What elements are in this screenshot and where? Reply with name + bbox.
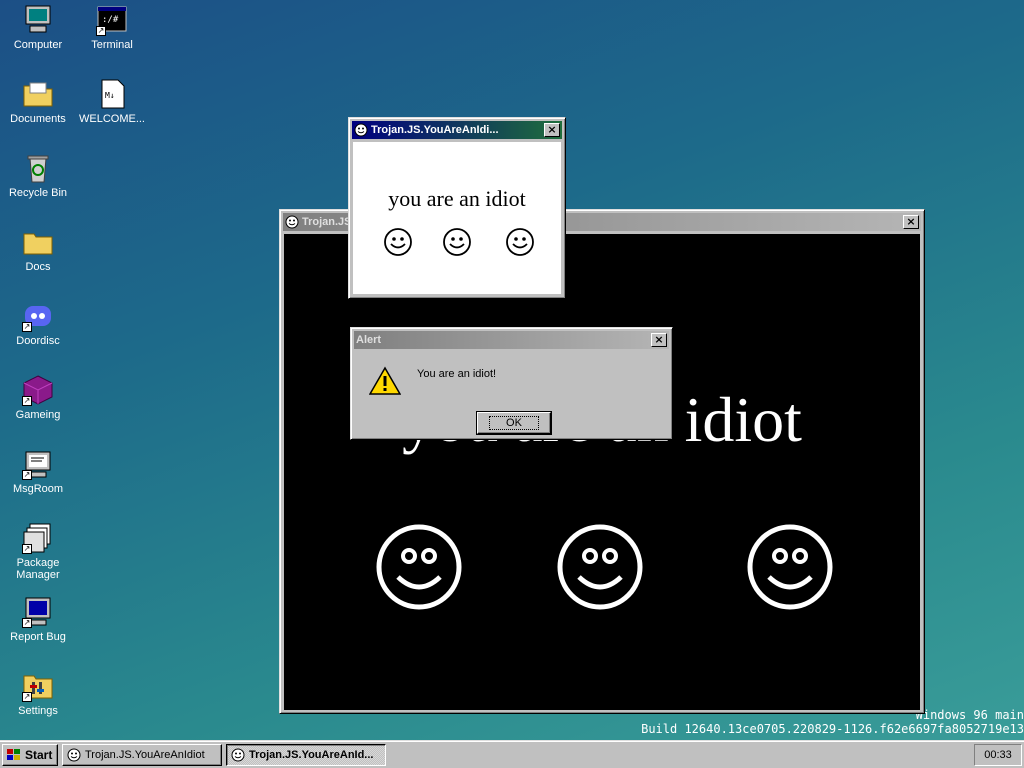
smiley-icon <box>557 524 643 610</box>
desktop-icon-welcome[interactable]: M↓ WELCOME... <box>74 78 150 125</box>
desktop-icon-computer[interactable]: Computer <box>0 4 76 51</box>
desktop-icon-label: Documents <box>10 113 66 125</box>
smiley-icon <box>506 228 534 256</box>
build-line-2: Build 12640.13ce0705.220829-1126.f62e669… <box>641 722 1024 736</box>
small-window-message: you are an idiot <box>388 186 526 211</box>
desktop-icon-label: Doordisc <box>16 335 60 347</box>
svg-text:M↓: M↓ <box>105 91 115 100</box>
start-label: Start <box>25 747 53 762</box>
desktop-icon-documents[interactable]: Documents <box>0 78 76 125</box>
alert-dialog[interactable]: Alert × You are an idiot! OK <box>350 327 673 440</box>
smiley-icon <box>384 228 412 256</box>
desktop-icon-label: Gameing <box>15 409 61 421</box>
settings-icon: ↗ <box>22 670 54 702</box>
documents-folder-icon <box>22 78 54 110</box>
taskbar: Start Trojan.JS.YouAreAnIdiot Trojan.JS.… <box>0 740 1024 768</box>
doordisc-icon: ↗ <box>22 300 54 332</box>
smiley-icon <box>747 524 833 610</box>
alert-titlebar[interactable]: Alert × <box>354 331 669 349</box>
desktop-icon-label: WELCOME... <box>78 113 145 125</box>
alert-ok-label: OK <box>489 416 539 430</box>
system-tray-clock[interactable]: 00:33 <box>974 743 1022 766</box>
smiley-icon <box>354 123 368 137</box>
markdown-file-icon: M↓ <box>96 78 128 110</box>
desktop-icon-label: Computer <box>13 39 63 51</box>
alert-close-button[interactable]: × <box>651 333 667 347</box>
desktop-icon-report-bug[interactable]: ↗ Report Bug <box>0 596 76 643</box>
computer-icon <box>22 4 54 36</box>
task-label: Trojan.JS.YouAreAnId... <box>249 748 374 761</box>
folder-icon <box>22 226 54 258</box>
desktop-icon-settings[interactable]: ↗ Settings <box>0 670 76 717</box>
desktop-icon-label: Terminal <box>91 39 133 51</box>
desktop-icon-gameing[interactable]: ↗ Gameing <box>0 374 76 421</box>
desktop-icon-docs[interactable]: Docs <box>0 226 76 273</box>
desktop-icon-terminal[interactable]: :/# ↗ Terminal <box>74 4 150 51</box>
smiley-icon <box>231 748 245 761</box>
big-window-close-button[interactable]: × <box>903 215 919 229</box>
desktop-icon-msgroom[interactable]: ↗ MsgRoom <box>0 448 76 495</box>
small-window-content: you are an idiot <box>353 142 561 294</box>
taskbar-task-button[interactable]: Trojan.JS.YouAreAnIdiot <box>62 743 222 766</box>
desktop-icon-label: Recycle Bin <box>8 187 68 199</box>
desktop-icon-label: Settings <box>18 705 58 717</box>
warning-icon <box>369 366 401 395</box>
terminal-icon: :/# ↗ <box>96 4 128 36</box>
desktop-icon-label: MsgRoom <box>12 483 64 495</box>
small-window-close-button[interactable]: × <box>544 123 560 137</box>
smiley-icon <box>376 524 462 610</box>
windows-logo-icon <box>7 748 20 760</box>
report-bug-icon: ↗ <box>22 596 54 628</box>
small-idiot-window[interactable]: Trojan.JS.YouAreAnIdi... × you are an id… <box>348 117 566 299</box>
recycle-bin-icon <box>22 152 54 184</box>
desktop-icon-doordisc[interactable]: ↗ Doordisc <box>0 300 76 347</box>
desktop-icon-label: Docs <box>25 261 51 273</box>
alert-message: You are an idiot! <box>417 368 497 380</box>
desktop-icon-recycle-bin[interactable]: Recycle Bin <box>0 152 76 199</box>
task-label: Trojan.JS.YouAreAnIdiot <box>85 748 205 761</box>
smiley-icon <box>443 228 471 256</box>
package-manager-icon: ↗ <box>22 522 54 554</box>
desktop-icon-package-manager[interactable]: ↗ Package Manager <box>0 522 76 581</box>
taskbar-task-button-active[interactable]: Trojan.JS.YouAreAnId... <box>226 743 386 766</box>
alert-title: Alert <box>356 334 382 346</box>
desktop-icon-label: Report Bug <box>10 631 66 643</box>
small-window-titlebar[interactable]: Trojan.JS.YouAreAnIdi... × <box>352 121 562 139</box>
msgroom-icon: ↗ <box>22 448 54 480</box>
small-window-title: Trojan.JS.YouAreAnIdi... <box>371 124 499 136</box>
desktop-icon-label: Package Manager <box>16 557 60 581</box>
svg-text::/#: :/# <box>102 15 119 25</box>
clock-text: 00:33 <box>984 748 1012 761</box>
alert-ok-button[interactable]: OK <box>476 411 552 435</box>
smiley-icon <box>285 215 299 229</box>
smiley-icon <box>67 748 81 761</box>
big-window-content: you are an idiot <box>284 234 920 710</box>
start-button[interactable]: Start <box>2 743 58 766</box>
gameing-cube-icon: ↗ <box>22 374 54 406</box>
